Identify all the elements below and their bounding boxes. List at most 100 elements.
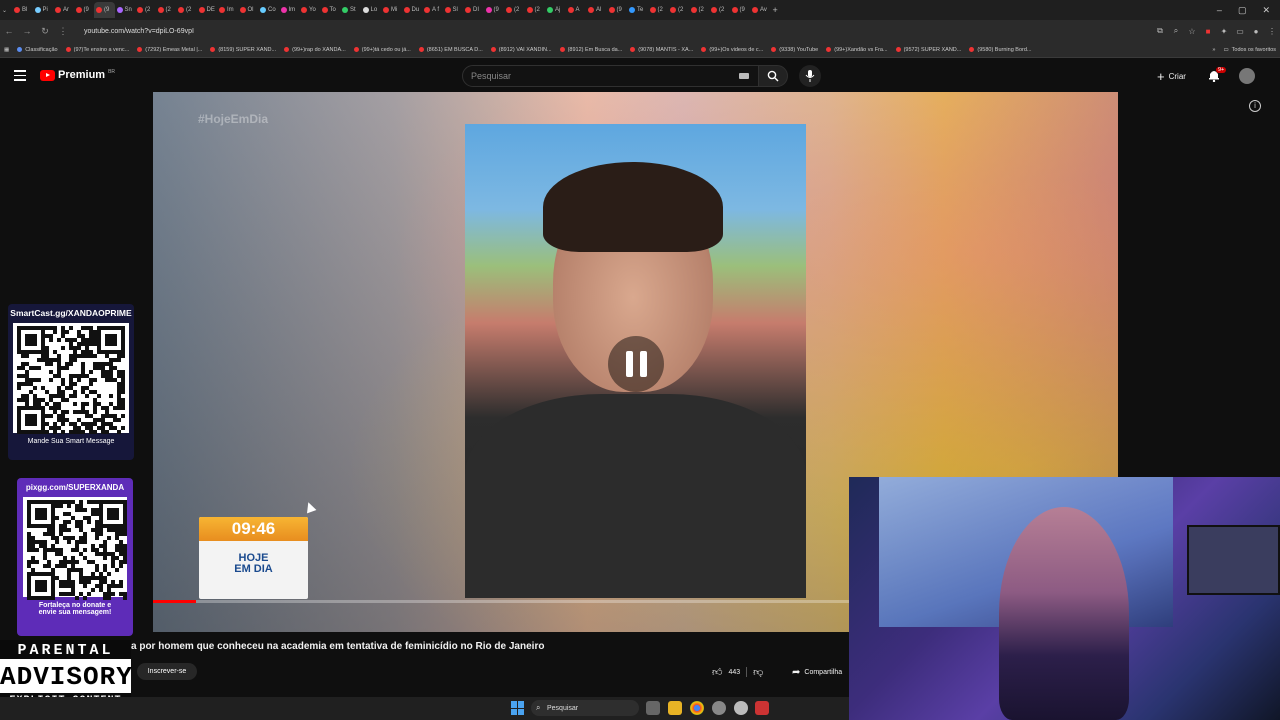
like-icon[interactable]: 👍︎ [712,666,722,678]
browser-tab[interactable]: (2 [156,2,177,18]
browser-tab[interactable]: Al [586,2,607,18]
browser-tab[interactable]: A f [422,2,443,18]
app-icon[interactable] [755,701,769,715]
browser-tab[interactable]: (2 [176,2,197,18]
bookmark-item[interactable]: (99+)Xandão vs Fra... [822,47,891,53]
browser-tab[interactable]: Aj [545,2,566,18]
obs-icon[interactable] [712,701,726,715]
url-field[interactable]: youtube.com/watch?v=dpiLO-69vpI [78,23,1152,39]
bookmark-item[interactable]: (9338) YouTube [767,47,822,53]
youtube-logo[interactable]: Premium BR [40,69,115,81]
bookmark-item[interactable]: (99+)tá cedo ou já... [350,47,415,53]
star-icon[interactable]: ☆ [1184,27,1200,36]
browser-tab[interactable]: (9 [607,2,628,18]
windows-start-icon[interactable] [511,701,525,715]
reload-icon[interactable]: ↻ [36,26,54,37]
settings-gear-icon[interactable] [734,701,748,715]
browser-tab[interactable]: Ar [53,2,74,18]
notifications-button[interactable]: 9+ [1208,67,1227,83]
browser-tab[interactable]: Ol [238,2,259,18]
file-explorer-icon[interactable] [668,701,682,715]
browser-tab[interactable]: (9 [94,2,115,18]
browser-tab[interactable]: Bl [12,2,33,18]
bookmark-item[interactable]: (9078) MANTIS - XA... [626,47,697,53]
pause-button[interactable] [608,336,664,392]
chrome-icon[interactable] [690,701,704,715]
all-bookmarks-button[interactable]: ▭ Todos os favoritos [1219,47,1280,53]
voice-search-button[interactable] [799,65,821,87]
bookmark-item[interactable]: (9572) SUPER XAND... [892,47,966,53]
bookmark-item[interactable]: (99+)Os videos de c... [697,47,767,53]
pixgg-qr-code [23,497,127,600]
taskbar-search[interactable]: ⌕ Pesquisar [531,700,639,716]
zoom-icon[interactable]: ⌕ [1168,26,1184,36]
browser-tab[interactable]: (2 [525,2,546,18]
apps-icon[interactable]: ▦ [0,47,13,53]
browser-tab[interactable]: St [340,2,361,18]
browser-tab[interactable]: Mi [381,2,402,18]
bookmark-item[interactable]: (8912) VAI XANDIN... [487,47,556,53]
browser-tab[interactable]: Pi [33,2,54,18]
browser-tab[interactable]: Sn [115,2,136,18]
subscribe-button[interactable]: Inscrever-se [137,663,197,680]
browser-tab[interactable]: Im [279,2,300,18]
close-window-button[interactable]: ✕ [1262,5,1270,16]
menu-hamburger-icon[interactable] [14,70,26,81]
browser-tab[interactable]: Sl [443,2,464,18]
pixgg-caption-line2: envie sua mensagem! [38,609,112,616]
bookmark-label: (99+)Os videos de c... [709,46,764,53]
browser-tab[interactable]: (2 [689,2,710,18]
menu-icon[interactable]: ⋮ [1264,27,1280,36]
browser-tab[interactable]: (2 [504,2,525,18]
tab-favicon [178,7,184,13]
browser-tab[interactable]: DE [197,2,218,18]
browser-tab[interactable]: A [566,2,587,18]
site-info-icon[interactable]: ⋮ [54,26,72,37]
bookmark-item[interactable]: (7292) Emeas Metal |... [133,47,206,53]
forward-icon[interactable]: → [18,26,36,36]
bookmark-item[interactable]: (99+)rap do XANDÃ... [280,47,350,53]
maximize-button[interactable]: ▢ [1238,5,1247,16]
search-input[interactable]: Pesquisar [462,65,760,87]
extension-icon[interactable]: ■ [1200,27,1216,36]
browser-tab[interactable]: Co [258,2,279,18]
browser-tab[interactable]: (2 [709,2,730,18]
browser-tab[interactable]: Av [750,2,771,18]
minimize-button[interactable]: – [1217,5,1222,15]
share-button[interactable]: ➦ Compartilha [786,663,856,681]
browser-tab[interactable]: To [320,2,341,18]
dislike-icon[interactable]: 👎︎ [753,666,763,678]
browser-tab[interactable]: Im [217,2,238,18]
avatar[interactable] [1239,68,1255,84]
browser-tab[interactable]: (2 [668,2,689,18]
profile-avatar[interactable]: ● [1248,27,1264,36]
bookmark-item[interactable]: (8912) Em Busca da... [556,47,627,53]
back-icon[interactable]: ← [0,26,18,36]
tab-search-icon[interactable]: ⌄ [0,2,12,18]
sidebar-icon[interactable]: ▭ [1232,27,1248,36]
create-button[interactable]: + Criar [1157,69,1186,84]
puzzle-icon[interactable]: ✦ [1216,27,1232,36]
search-button[interactable] [758,65,788,87]
browser-tab[interactable]: Te [627,2,648,18]
browser-tab[interactable]: Du [402,2,423,18]
browser-tab[interactable]: (2 [135,2,156,18]
task-view-icon[interactable] [646,701,660,715]
info-icon[interactable]: i [1249,100,1261,112]
bookmark-item[interactable]: (9580) Burning Bord... [965,47,1035,53]
browser-tab[interactable]: (9 [74,2,95,18]
bookmark-item[interactable]: (8651) EM BUSCA D... [415,47,487,53]
bookmarks-overflow-icon[interactable]: » [1208,47,1219,53]
install-icon[interactable]: ⧉ [1152,26,1168,36]
browser-tab[interactable]: (9 [730,2,751,18]
browser-tab[interactable]: (2 [648,2,669,18]
new-tab-button[interactable]: + [771,2,792,18]
browser-tab[interactable]: (9 [484,2,505,18]
keyboard-icon[interactable] [739,73,749,79]
browser-tab[interactable]: DI [463,2,484,18]
bookmark-item[interactable]: (8159) SUPER XAND... [206,47,280,53]
bookmark-item[interactable]: (97)Te ensino a venc... [62,47,134,53]
browser-tab[interactable]: Yo [299,2,320,18]
browser-tab[interactable]: Lo [361,2,382,18]
bookmark-item[interactable]: Classificação [13,47,61,53]
